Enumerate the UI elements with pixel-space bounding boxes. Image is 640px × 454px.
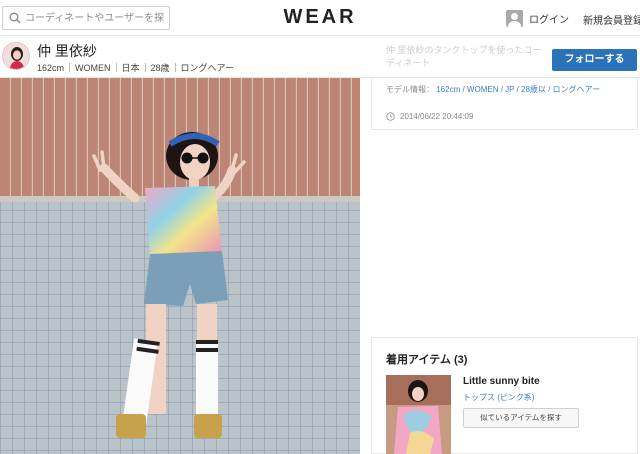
divider <box>174 63 176 72</box>
model-info-value[interactable]: 162cm / WOMEN / JP / 28歳以 / ロングヘアー <box>436 85 600 94</box>
clock-icon <box>386 112 395 121</box>
meta-country: 日本 <box>121 63 140 73</box>
profile-meta: 162cm WOMEN 日本 28歳 ロングヘアー <box>37 61 234 74</box>
divider <box>144 63 146 72</box>
item-thumbnail[interactable] <box>386 375 451 454</box>
item-category[interactable]: トップス (ピンク系) <box>463 392 535 403</box>
meta-height: 162cm <box>37 62 65 73</box>
coordinate-info: モデル情報： 162cm / WOMEN / JP / 28歳以 / ロングヘア… <box>371 78 638 130</box>
search-box[interactable] <box>2 6 170 30</box>
login-link[interactable]: ログイン <box>506 9 569 27</box>
user-icon <box>506 9 523 27</box>
model-info: モデル情報： 162cm / WOMEN / JP / 28歳以 / ロングヘア… <box>386 84 600 95</box>
photo-image <box>0 78 360 454</box>
search-input[interactable] <box>25 10 165 26</box>
site-header: WEAR ログイン 新規会員登録 <box>0 0 640 36</box>
post-date: 2014/06/22 20:44:09 <box>386 112 473 121</box>
item-image <box>386 375 451 454</box>
site-logo[interactable]: WEAR <box>283 6 356 28</box>
login-label: ログイン <box>529 14 569 26</box>
signup-link[interactable]: 新規会員登録 <box>583 12 640 27</box>
divider <box>69 63 71 72</box>
find-similar-button[interactable]: 似ているアイテムを探す <box>463 408 579 428</box>
meta-hair: ロングヘアー <box>180 63 235 73</box>
avatar[interactable] <box>2 42 30 70</box>
coordinate-title: 仲 里依紗のタンクトップを使ったコーディネート <box>386 45 542 68</box>
model-info-label: モデル情報： <box>386 85 434 94</box>
meta-age: 28歳 <box>150 63 170 73</box>
avatar-image <box>3 43 29 69</box>
item-brand[interactable]: Little sunny bite <box>463 376 540 387</box>
meta-gender: WOMEN <box>75 62 111 73</box>
profile-name[interactable]: 仲 里依紗 <box>37 41 97 61</box>
divider <box>115 63 117 72</box>
search-icon <box>9 12 21 24</box>
coordinate-photo[interactable] <box>0 78 360 454</box>
right-column: モデル情報： 162cm / WOMEN / JP / 28歳以 / ロングヘア… <box>371 78 638 454</box>
worn-items-heading: 着用アイテム (3) <box>386 354 468 366</box>
post-date-text: 2014/06/22 20:44:09 <box>400 112 474 121</box>
worn-items-panel: 着用アイテム (3) Little sunny bite トップス (ピンク系)… <box>371 337 638 454</box>
follow-button[interactable]: フォローする <box>552 49 637 71</box>
